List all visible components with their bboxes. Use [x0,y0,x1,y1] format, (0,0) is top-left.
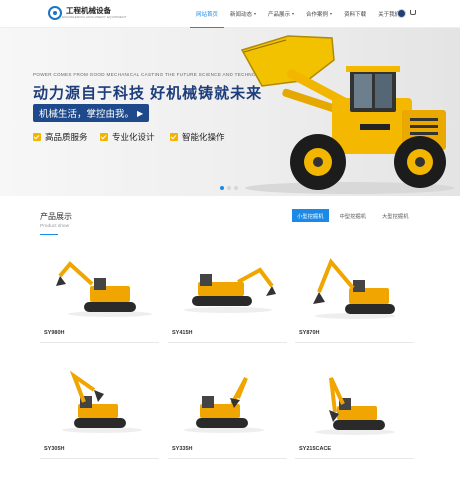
nav-item-home[interactable]: 网站首页 [190,0,225,28]
excavator-image [313,258,395,319]
tab-large-excavator[interactable]: 大型挖掘机 [377,209,414,222]
product-card[interactable]: SY980H [40,252,159,352]
check-icon [170,133,178,141]
nav-item-news[interactable]: 新闻动态 [224,0,262,28]
slider-dot[interactable] [234,186,238,190]
section-subtitle: Product show [40,224,70,229]
nav-item-cases[interactable]: 合作案例 [300,0,338,28]
divider [295,342,414,343]
product-card[interactable]: SY305H [40,368,159,468]
excavator-image [184,267,276,313]
nav-item-products[interactable]: 产品展示 [262,0,300,28]
product-name: SY305H [44,446,65,452]
arrow-right-icon: ▶ [137,108,144,118]
hero-banner: POWER COMES FROM GOOD MECHANICAL CASTING… [0,28,460,196]
chevron-down-icon [292,13,295,15]
language-flag-icon[interactable] [397,9,406,18]
excavator-image [315,377,395,435]
excavator-image [56,261,152,317]
section-underline [40,234,58,235]
feature-design: 专业化设计 [100,131,155,143]
banner-slogan: 机械生活，掌控由我。 ▶ [33,104,150,122]
brand-name: 工程机械设备 [66,6,111,15]
divider [168,458,287,459]
product-card[interactable]: SY335H [168,368,287,468]
logo-icon [48,6,62,20]
product-name: SY870H [299,330,320,336]
feature-quality: 高品质服务 [33,131,88,143]
tab-small-excavator[interactable]: 小型挖掘机 [292,209,329,222]
check-icon [100,133,108,141]
product-name: SY415H [172,330,193,336]
brand-tagline: ENGINEERING MACHINERY EQUIPMENT [62,15,127,19]
banner-headline: 动力源自于科技 好机械铸就未来 [33,85,263,102]
divider [40,458,159,459]
excavator-image [184,377,264,433]
check-icon [33,133,41,141]
divider [40,342,159,343]
product-name: SY980H [44,330,65,336]
logo[interactable]: 工程机械设备 ENGINEERING MACHINERY EQUIPMENT [48,6,127,20]
chevron-down-icon [330,13,333,15]
product-name: SY335H [172,446,193,452]
slider-dots [220,186,238,190]
divider [168,342,287,343]
section-title: 产品展示 [40,212,72,221]
product-card[interactable]: SY215CACE [295,368,414,468]
site-header: 工程机械设备 ENGINEERING MACHINERY EQUIPMENT 网… [0,0,460,28]
product-card[interactable]: SY870H [295,252,414,352]
feature-operation: 智能化操作 [170,131,225,143]
chevron-down-icon [254,13,257,15]
slider-dot[interactable] [220,186,224,190]
product-tabs: 小型挖掘机 中型挖掘机 大型挖掘机 [292,209,414,222]
divider [295,458,414,459]
wheel-loader-image [240,35,455,194]
nav-item-downloads[interactable]: 资料下载 [338,0,372,28]
tab-medium-excavator[interactable]: 中型挖掘机 [334,209,371,222]
main-nav: 网站首页 新闻动态 产品展示 合作案例 资料下载 关于我们 [190,0,410,28]
product-name: SY215CACE [299,446,332,452]
product-card[interactable]: SY415H [168,252,287,352]
slider-dot[interactable] [227,186,231,190]
excavator-image [62,370,142,433]
cart-icon[interactable] [410,10,416,15]
